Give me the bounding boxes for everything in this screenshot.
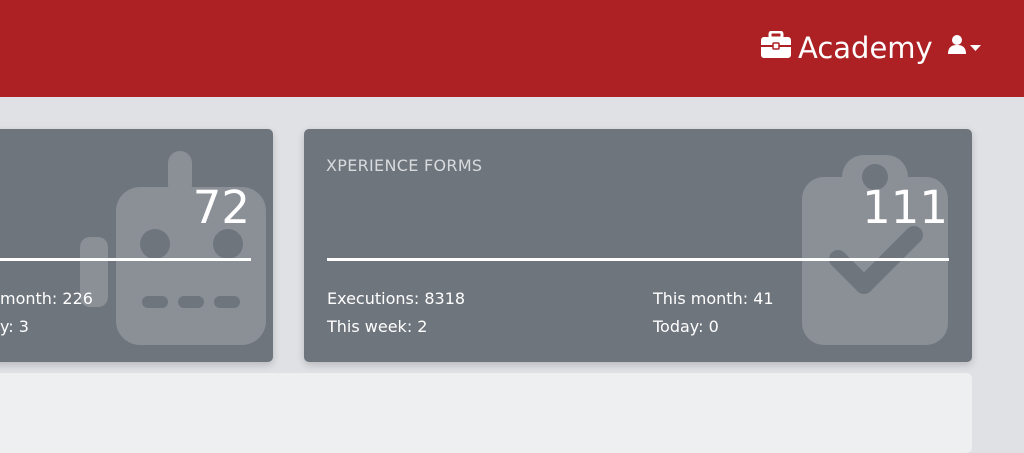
card-divider: [0, 258, 251, 261]
user-menu-button[interactable]: [947, 34, 983, 58]
user-icon: [947, 34, 967, 58]
stat-executions: Executions: 8318: [327, 289, 466, 308]
stat-this-week: This week: 2: [327, 317, 428, 336]
academy-link[interactable]: Academy: [760, 28, 933, 68]
top-navbar: Academy: [0, 0, 1024, 97]
stat-this-month: This month: 41: [653, 289, 774, 308]
robots-stat-card[interactable]: 72 month: 226 y: 3: [0, 129, 273, 362]
stat-this-month: month: 226: [0, 289, 93, 308]
brand-label: Academy: [798, 31, 933, 65]
clipboard-check-icon: [802, 149, 952, 353]
caret-down-icon: [970, 37, 981, 56]
stat-today: Today: 0: [653, 317, 719, 336]
stat-today: y: 3: [0, 317, 29, 336]
card-divider: [327, 258, 949, 261]
card-count: 111: [862, 181, 948, 234]
card-count: 72: [192, 181, 250, 234]
xperience-forms-stat-card[interactable]: XPERIENCE FORMS 111 Executions: 8318 Thi…: [304, 129, 972, 362]
content-panel: [0, 373, 972, 453]
briefcase-icon: [760, 30, 792, 66]
card-title: XPERIENCE FORMS: [326, 156, 483, 175]
